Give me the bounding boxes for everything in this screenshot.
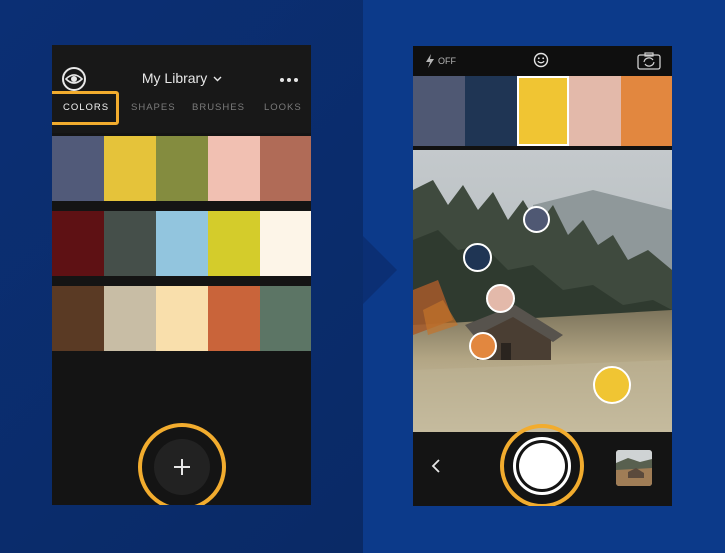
library-screen: My Library COLORS SHAPES BRUSHES LOOKS <box>52 45 311 505</box>
capture-screen: OFF <box>413 46 672 506</box>
color-swatch[interactable] <box>208 211 260 276</box>
add-button[interactable] <box>154 439 210 495</box>
palette-color[interactable] <box>569 76 621 146</box>
color-swatch[interactable] <box>156 211 208 276</box>
camera-controls <box>413 424 672 506</box>
color-swatch[interactable] <box>208 136 260 201</box>
color-swatch[interactable] <box>52 136 104 201</box>
color-swatch[interactable] <box>260 136 311 201</box>
palette-color[interactable] <box>517 76 569 146</box>
color-swatch[interactable] <box>104 211 156 276</box>
flash-label: OFF <box>438 56 456 66</box>
color-swatch[interactable] <box>156 286 208 351</box>
arrow-divider <box>363 236 397 304</box>
shutter-button-center[interactable] <box>519 443 565 489</box>
tab-brushes[interactable]: BRUSHES <box>192 102 245 113</box>
color-swatch[interactable] <box>104 136 156 201</box>
library-title-text: My Library <box>141 70 208 86</box>
flash-icon <box>426 54 434 68</box>
color-swatch[interactable] <box>104 286 156 351</box>
chevron-down-icon <box>213 76 222 82</box>
gallery-thumbnail[interactable] <box>616 450 652 486</box>
color-theme-row[interactable] <box>52 136 311 201</box>
palette-color[interactable] <box>413 76 465 146</box>
smile-icon[interactable] <box>533 52 549 68</box>
color-swatch[interactable] <box>208 286 260 351</box>
color-sample-point[interactable] <box>469 332 497 360</box>
camera-toolbar: OFF <box>413 46 672 76</box>
tab-colors[interactable]: COLORS <box>63 102 109 113</box>
color-sample-point[interactable] <box>463 243 492 272</box>
more-icon[interactable] <box>278 75 300 85</box>
color-swatch[interactable] <box>156 136 208 201</box>
library-title[interactable]: My Library <box>112 70 252 86</box>
eye-icon[interactable] <box>61 66 87 92</box>
color-theme-row[interactable] <box>52 211 311 276</box>
flash-toggle[interactable]: OFF <box>425 54 456 68</box>
color-swatch[interactable] <box>52 211 104 276</box>
palette-color[interactable] <box>621 76 672 146</box>
palette-color[interactable] <box>465 76 517 146</box>
camera-preview <box>413 150 672 432</box>
color-sample-point[interactable] <box>523 206 550 233</box>
color-swatch[interactable] <box>52 286 104 351</box>
color-sample-point[interactable] <box>486 284 515 313</box>
back-icon[interactable] <box>429 456 443 476</box>
color-swatch[interactable] <box>260 286 311 351</box>
tab-looks[interactable]: LOOKS <box>264 102 302 113</box>
captured-palette[interactable] <box>413 76 672 146</box>
color-swatch[interactable] <box>260 211 311 276</box>
color-theme-row[interactable] <box>52 286 311 351</box>
tab-shapes[interactable]: SHAPES <box>131 102 176 113</box>
library-header: My Library COLORS SHAPES BRUSHES LOOKS <box>52 45 311 133</box>
camera-swap-icon[interactable] <box>637 52 661 70</box>
color-sample-point[interactable] <box>593 366 631 404</box>
